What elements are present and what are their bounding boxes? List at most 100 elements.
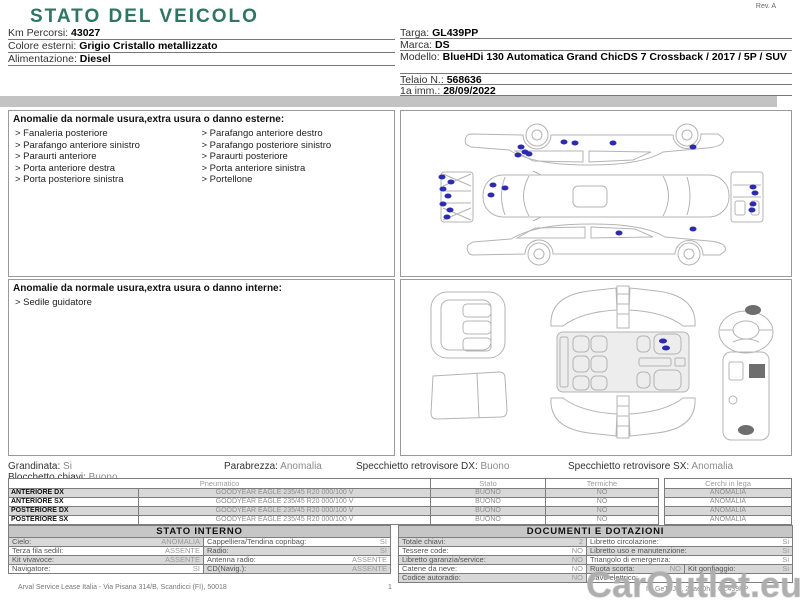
kv-value: ASSENTE bbox=[164, 555, 200, 564]
kv-value: SI bbox=[379, 537, 387, 546]
kv-value: Si bbox=[782, 555, 790, 564]
column-header-stato: Stato bbox=[430, 478, 547, 489]
field-alimentazione: Alimentazione: Diesel bbox=[8, 53, 395, 66]
tyre-row: POSTERIORE SX GOODYEAR EAGLE 235/45 R20 … bbox=[8, 515, 660, 525]
kv-label: Cappelliera/Tendina copribag: bbox=[207, 537, 307, 546]
anomaly-item: > Paraurti anteriore bbox=[15, 151, 97, 162]
field-prima-immatricolazione: 1a imm.: 28/09/2022 bbox=[400, 85, 792, 96]
anomaly-item: > Sedile guidatore bbox=[15, 297, 92, 308]
field-modello: Modello: BlueHDi 130 Automatica Grand Ch… bbox=[400, 51, 792, 74]
tyre-row: POSTERIORE DX GOODYEAR EAGLE 235/45 R20 … bbox=[8, 506, 660, 516]
field-value: Diesel bbox=[79, 53, 111, 65]
tyre-termiche: NO bbox=[545, 488, 660, 498]
kv-value: ASSENTE bbox=[164, 546, 200, 555]
kv-value: SI bbox=[379, 546, 387, 555]
check-label: Specchietto retrovisore SX: bbox=[568, 461, 690, 472]
kv-label: Radio: bbox=[207, 546, 229, 555]
check-value: Anomalia bbox=[691, 461, 734, 472]
kv-value: NO bbox=[571, 546, 583, 555]
check-label: Grandinata: bbox=[8, 461, 61, 472]
car-interior-diagram bbox=[430, 285, 774, 441]
kv-label: Codice autoradio: bbox=[402, 573, 461, 582]
kv-label: Libretto garanzia/service: bbox=[402, 555, 486, 564]
field-value: DS bbox=[435, 39, 450, 51]
kv-value: Si bbox=[782, 537, 790, 546]
check-value: Si bbox=[63, 461, 72, 472]
field-marca: Marca: DS bbox=[400, 39, 792, 51]
tyre-stato: BUONO bbox=[430, 506, 547, 516]
kv-value: ANOMALIA bbox=[161, 537, 200, 546]
interior-anomalies-list: > Sedile guidatore bbox=[15, 297, 388, 309]
kv-label: CD(Navig.): bbox=[207, 564, 247, 573]
kv-label: Kit vivavoce: bbox=[12, 555, 55, 564]
exterior-anomalies-list: > Fanaleria posteriore > Parafango anter… bbox=[15, 128, 388, 186]
vehicle-summary-right: Targa: GL439PP Marca: DS Modello: BlueHD… bbox=[400, 27, 792, 96]
field-value: 43027 bbox=[71, 27, 101, 39]
field-value: 28/09/2022 bbox=[443, 85, 496, 96]
caroutlet-watermark: CarOutlet.eu bbox=[585, 564, 800, 600]
kv-value: NO bbox=[571, 564, 583, 573]
kv-label: Terza fila sedili: bbox=[12, 546, 64, 555]
field-label: 1a imm.: bbox=[400, 85, 441, 96]
kv-value: NO bbox=[571, 573, 583, 582]
anomaly-item: > Parafango anteriore sinistro bbox=[15, 139, 140, 151]
check-value: Buono bbox=[480, 461, 510, 472]
tyre-spec: GOODYEAR EAGLE 235/45 R20 000/100 V bbox=[137, 488, 432, 498]
kv-value: NO bbox=[571, 555, 583, 564]
kv-label: Cielo: bbox=[12, 537, 32, 546]
check-label: Specchietto retrovisore DX: bbox=[356, 461, 478, 472]
stato-interno-row: Navigatore: SI CD(Navig.): ASSENTE bbox=[8, 564, 391, 574]
tyre-stato: BUONO bbox=[430, 488, 547, 498]
field-value: BlueHDi 130 Automatica Grand ChicDS 7 Cr… bbox=[442, 51, 787, 63]
field-targa: Targa: GL439PP bbox=[400, 27, 792, 39]
anomaly-item: > Parafango anteriore destro bbox=[201, 128, 323, 139]
kv-label: Antenna radio: bbox=[207, 555, 256, 564]
tyre-termiche: NO bbox=[545, 497, 660, 507]
check-value: Anomalia bbox=[280, 461, 322, 472]
vehicle-status-report: STATO DEL VEICOLO Rev. A Km Percorsi: 43… bbox=[0, 0, 800, 600]
stato-interno-table: STATO INTERNO Cielo: ANOMALIA Cappelliera… bbox=[8, 525, 391, 574]
alloy-wheels-table: Cerchi in lega ANOMALIA ANOMALIA ANOMALI… bbox=[664, 478, 792, 525]
anomaly-item: > Parafango posteriore sinistro bbox=[201, 139, 332, 151]
anomaly-item: > Paraurti posteriore bbox=[201, 151, 288, 162]
tyre-position: POSTERIORE SX bbox=[8, 515, 139, 525]
field-telaio: Telaio N.: 568636 bbox=[400, 74, 792, 85]
documenti-title: DOCUMENTI E DOTAZIONI bbox=[397, 525, 794, 538]
exterior-anomalies-col2: > Parafango anteriore destro > Parafango… bbox=[202, 128, 389, 186]
cerchi-value: ANOMALIA bbox=[664, 506, 792, 516]
field-label: Telaio N.: bbox=[400, 74, 444, 85]
tyre-termiche: NO bbox=[545, 515, 660, 525]
separator-band bbox=[0, 96, 777, 107]
field-km-percorsi: Km Percorsi: 43027 bbox=[8, 27, 395, 40]
exterior-anomalies-col1: > Fanaleria posteriore > Parafango anter… bbox=[15, 128, 202, 186]
check-parabrezza: Parabrezza: Anomalia bbox=[224, 461, 322, 472]
exterior-anomalies-heading: Anomalie da normale usura,extra usura o … bbox=[13, 114, 285, 125]
kv-value: ASSENTE bbox=[351, 564, 387, 573]
column-header-pneumatico: Pneumatico bbox=[7, 478, 432, 489]
interior-diagram-panel bbox=[400, 279, 792, 456]
field-colore-esterni: Colore esterni: Grigio Cristallo metalli… bbox=[8, 40, 395, 53]
field-value: Grigio Cristallo metallizzato bbox=[79, 40, 218, 52]
tyre-row: ANTERIORE SX GOODYEAR EAGLE 235/45 R20 0… bbox=[8, 497, 660, 507]
kv-label: Triangolo di emergenza: bbox=[590, 555, 671, 564]
tyre-table: Pneumatico Stato Termiche ANTERIORE DX G… bbox=[7, 478, 660, 525]
documenti-row: Tessere code: NO Libretto uso e manutenzi… bbox=[398, 546, 794, 556]
documenti-row: Totale chiavi: 2 Libretto circolazione: Si bbox=[398, 537, 794, 547]
tyre-position: POSTERIORE DX bbox=[8, 506, 139, 516]
cerchi-value: ANOMALIA bbox=[664, 515, 792, 525]
cerchi-value: ANOMALIA bbox=[664, 497, 792, 507]
tyre-position: ANTERIORE DX bbox=[8, 488, 139, 498]
page-title: STATO DEL VEICOLO bbox=[30, 6, 259, 27]
kv-label: Libretto uso e manutenzione: bbox=[590, 546, 687, 555]
field-value: 568636 bbox=[446, 74, 482, 85]
tyre-spec: GOODYEAR EAGLE 235/45 R20 000/100 V bbox=[137, 515, 432, 525]
anomaly-item: > Fanaleria posteriore bbox=[15, 128, 108, 139]
revision-label: Rev. A bbox=[755, 3, 776, 10]
tyre-spec: GOODYEAR EAGLE 235/45 R20 000/100 V bbox=[137, 497, 432, 507]
stato-interno-row: Terza fila sedili: ASSENTE Radio: SI bbox=[8, 546, 391, 556]
kv-value: Si bbox=[782, 546, 790, 555]
column-header-termiche: Termiche bbox=[545, 478, 660, 489]
check-specchietto-sx: Specchietto retrovisore SX: Anomalia bbox=[568, 461, 733, 472]
cerchi-value: ANOMALIA bbox=[664, 488, 792, 498]
vehicle-summary-left: Km Percorsi: 43027 Colore esterni: Grigi… bbox=[8, 27, 395, 66]
